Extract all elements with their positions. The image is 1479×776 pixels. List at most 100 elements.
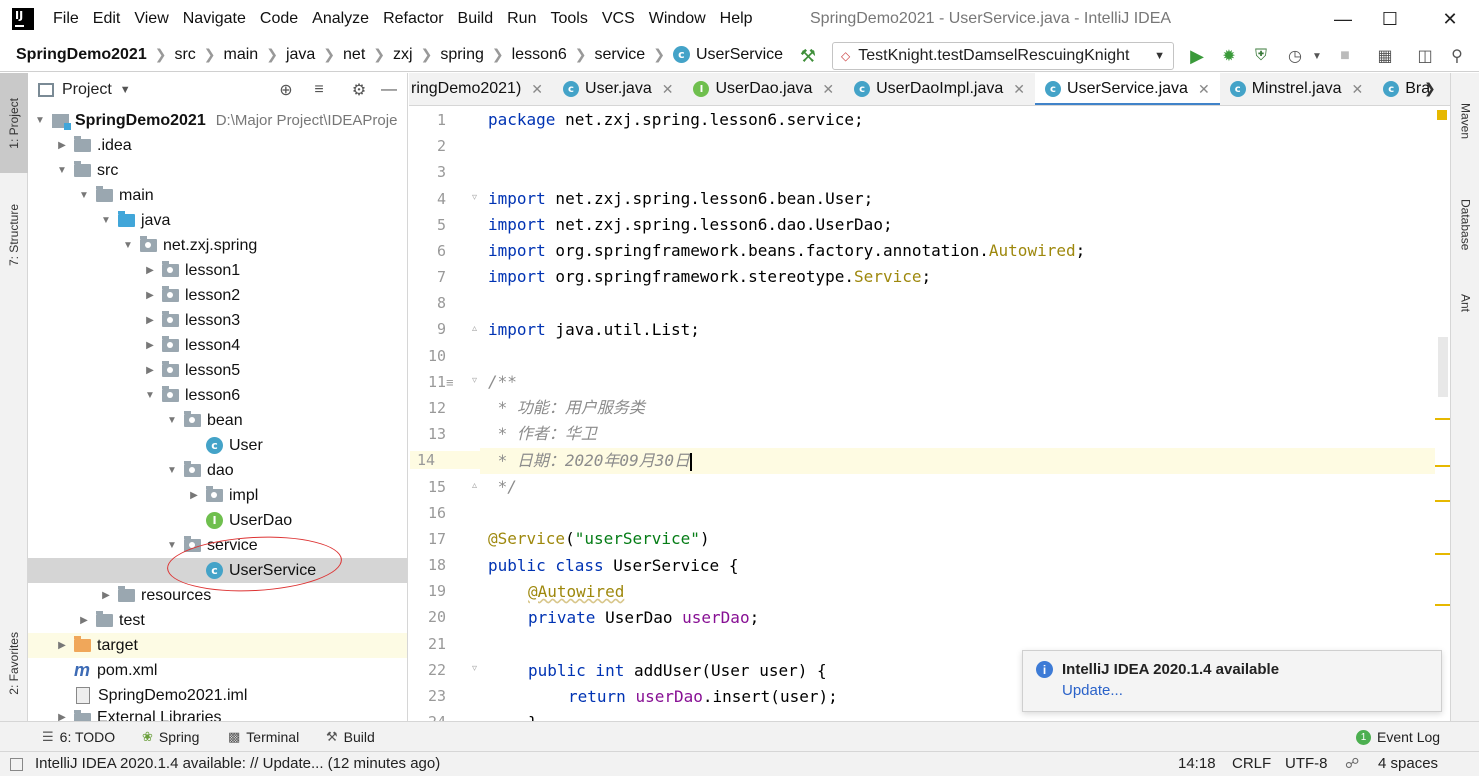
locate-file-icon[interactable]: ⊕ <box>275 79 297 101</box>
caret-position[interactable]: 14:18 <box>1178 755 1216 772</box>
tab-userservice-java[interactable]: c UserService.java ✕ <box>1035 73 1220 105</box>
breadcrumb-java[interactable]: java ❯ <box>278 46 335 64</box>
tab-userdaoimpl-java[interactable]: c UserDaoImpl.java ✕ <box>844 73 1035 105</box>
chevron-down-icon[interactable]: ❯ <box>1424 80 1436 97</box>
breadcrumb-main[interactable]: main ❯ <box>216 46 278 64</box>
menu-navigate[interactable]: Navigate <box>176 0 253 38</box>
tab-user-java[interactable]: c User.java ✕ <box>553 73 683 105</box>
toggle-tool-windows-icon[interactable] <box>10 758 23 771</box>
fold-icon[interactable]: ▿ <box>472 192 477 203</box>
tool-build[interactable]: ⚒ Build <box>326 729 375 745</box>
stop-icon[interactable]: ■ <box>1333 44 1357 68</box>
warning-marker[interactable] <box>1435 465 1450 467</box>
lock-icon[interactable]: ☍ <box>1345 755 1359 772</box>
fold-icon[interactable]: ▿ <box>472 663 477 674</box>
project-structure-icon[interactable]: ▦ <box>1373 44 1397 68</box>
run-configuration-select[interactable]: ◇ TestKnight.testDamselRescuingKnight ▼ <box>832 42 1174 70</box>
tool-terminal[interactable]: ▩ Terminal <box>228 729 299 745</box>
close-icon[interactable]: ✕ <box>1352 81 1364 98</box>
tree-item-userdao-interface[interactable]: I UserDao <box>28 508 407 533</box>
tree-item-package-root[interactable]: ▼ net.zxj.spring <box>28 233 407 258</box>
tree-item-lesson2[interactable]: ▶ lesson2 <box>28 283 407 308</box>
fold-icon[interactable]: ▵ <box>472 323 477 334</box>
status-message[interactable]: IntelliJ IDEA 2020.1.4 available: // Upd… <box>35 755 440 772</box>
tab-maven[interactable]: Maven <box>1451 81 1479 161</box>
build-hammer-icon[interactable]: ⚒ <box>796 44 820 68</box>
breadcrumb-spring[interactable]: spring ❯ <box>432 46 503 64</box>
breadcrumb-userservice[interactable]: c UserService <box>665 46 783 64</box>
chevron-down-icon[interactable]: ▼ <box>1305 44 1329 68</box>
tree-item-impl[interactable]: ▶ impl <box>28 483 407 508</box>
tree-item-java[interactable]: ▼ java <box>28 208 407 233</box>
tree-item-idea[interactable]: ▶ .idea <box>28 133 407 158</box>
menu-code[interactable]: Code <box>253 0 305 38</box>
close-icon[interactable]: ✕ <box>1427 0 1473 38</box>
menu-run[interactable]: Run <box>500 0 543 38</box>
tab-favorites[interactable]: 2: Favorites <box>0 613 28 713</box>
maximize-icon[interactable]: ☐ <box>1367 0 1413 38</box>
tree-item-target[interactable]: ▶ target <box>28 633 407 658</box>
tree-item-user-class[interactable]: c User <box>28 433 407 458</box>
gear-icon[interactable]: ⚙ <box>348 79 370 101</box>
tab-pom-springdemo[interactable]: ringDemo2021) ✕ <box>409 73 553 105</box>
warning-marker[interactable] <box>1435 418 1450 420</box>
tree-item-src[interactable]: ▼ src <box>28 158 407 183</box>
indent-setting[interactable]: 4 spaces <box>1378 755 1438 772</box>
breadcrumb-service[interactable]: service ❯ <box>587 46 665 64</box>
analysis-status-icon[interactable] <box>1437 110 1447 120</box>
tab-structure[interactable]: 7: Structure <box>0 185 28 285</box>
warning-marker[interactable] <box>1435 604 1450 606</box>
run-icon[interactable]: ▶ <box>1185 44 1209 68</box>
tree-item-main[interactable]: ▼ main <box>28 183 407 208</box>
breadcrumb-net[interactable]: net ❯ <box>335 46 385 64</box>
minimize-icon[interactable]: — <box>1320 0 1366 38</box>
chevron-down-icon[interactable]: ▼ <box>120 84 131 96</box>
tree-item-lesson4[interactable]: ▶ lesson4 <box>28 333 407 358</box>
tree-item-bean[interactable]: ▼ bean <box>28 408 407 433</box>
tab-userdao-java[interactable]: I UserDao.java ✕ <box>683 73 844 105</box>
close-icon[interactable]: ✕ <box>662 81 674 98</box>
project-panel-title[interactable]: Project <box>62 81 112 99</box>
tool-spring[interactable]: ❀ Spring <box>142 729 199 745</box>
profile-icon[interactable]: ◷ <box>1283 44 1307 68</box>
close-icon[interactable]: ✕ <box>1013 81 1025 98</box>
close-icon[interactable]: ✕ <box>531 81 543 98</box>
tree-item-project-root[interactable]: ▼ SpringDemo2021 D:\Major Project\IDEAPr… <box>28 108 407 133</box>
breadcrumb-lesson6[interactable]: lesson6 ❯ <box>504 46 587 64</box>
menu-help[interactable]: Help <box>713 0 760 38</box>
close-icon[interactable]: ✕ <box>822 81 834 98</box>
tree-item-dao[interactable]: ▼ dao <box>28 458 407 483</box>
tool-todo[interactable]: ☰ 6: TODO <box>42 729 115 745</box>
fold-icon[interactable]: ▵ <box>472 480 477 491</box>
coverage-icon[interactable]: ⛨ <box>1249 44 1273 68</box>
menu-build[interactable]: Build <box>451 0 501 38</box>
menu-edit[interactable]: Edit <box>86 0 128 38</box>
tab-ant[interactable]: Ant <box>1451 278 1479 328</box>
file-encoding[interactable]: UTF-8 <box>1285 755 1328 772</box>
breadcrumb-zxj[interactable]: zxj ❯ <box>385 46 432 64</box>
hide-panel-icon[interactable]: — <box>378 79 400 101</box>
tab-project[interactable]: 1: Project <box>0 73 28 173</box>
tree-item-lesson5[interactable]: ▶ lesson5 <box>28 358 407 383</box>
menu-view[interactable]: View <box>127 0 175 38</box>
code-editor[interactable]: package net.zxj.spring.lesson6.service; … <box>480 107 1435 721</box>
breadcrumb-src[interactable]: src ❯ <box>166 46 215 64</box>
documentation-icon[interactable]: ≡ <box>446 375 454 390</box>
tree-item-pom[interactable]: m pom.xml <box>28 658 407 683</box>
close-icon[interactable]: ✕ <box>1198 81 1210 98</box>
collapse-all-icon[interactable]: ≡ <box>308 79 330 101</box>
tab-database[interactable]: Database <box>1451 175 1479 275</box>
update-link[interactable]: Update... <box>1062 682 1123 699</box>
menu-refactor[interactable]: Refactor <box>376 0 450 38</box>
line-separator[interactable]: CRLF <box>1232 755 1271 772</box>
tree-item-lesson3[interactable]: ▶ lesson3 <box>28 308 407 333</box>
tree-item-test[interactable]: ▶ test <box>28 608 407 633</box>
tree-item-external-libraries[interactable]: ▶ External Libraries <box>28 709 407 721</box>
tab-minstrel-java[interactable]: c Minstrel.java ✕ <box>1220 73 1374 105</box>
tree-item-lesson1[interactable]: ▶ lesson1 <box>28 258 407 283</box>
tree-item-iml[interactable]: SpringDemo2021.iml <box>28 683 407 708</box>
breadcrumb-project[interactable]: SpringDemo2021 ❯ <box>0 46 166 64</box>
search-icon[interactable]: ⚲ <box>1445 44 1469 68</box>
debug-icon[interactable]: ✹ <box>1217 44 1241 68</box>
menu-file[interactable]: File <box>46 0 86 38</box>
